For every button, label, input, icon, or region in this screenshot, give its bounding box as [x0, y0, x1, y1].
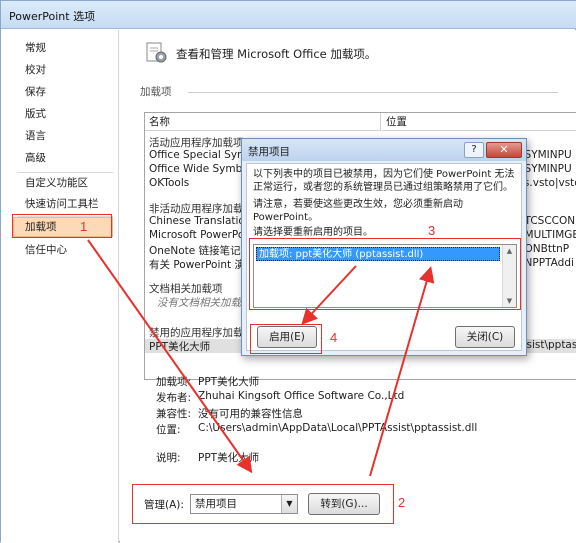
nav-separator: [118, 30, 119, 543]
row-name: OneNote 链接笔记加: [149, 245, 252, 257]
row-location: ssist\pptas: [521, 339, 576, 351]
detail-value: Zhuhai Kingsoft Office Software Co.,Ltd: [198, 390, 405, 402]
annotation-label-2: 2: [398, 495, 406, 510]
detail-key: 发布者:: [156, 392, 192, 404]
window-title: PowerPoint 选项: [9, 10, 96, 23]
row-location: \ONBttnP: [521, 243, 570, 255]
row-location: \MULTIMGB: [521, 229, 576, 241]
row-name: Chinese Translation: [149, 215, 252, 227]
dialog-title: 禁用项目: [248, 146, 290, 158]
row-name: Microsoft PowerPoi: [149, 229, 248, 241]
detail-key: 位置:: [156, 424, 181, 436]
detail-key: 说明:: [156, 452, 181, 464]
nav-item-proofing[interactable]: 校对: [13, 60, 113, 80]
nav-item-advanced[interactable]: 高级: [13, 148, 113, 168]
row-name: PPT美化大师: [149, 341, 211, 353]
close-icon[interactable]: ✕: [486, 142, 522, 158]
annotation-box-2: [132, 484, 394, 524]
options-nav: 常规 校对 保存 版式 语言 高级 自定义功能区 快速访问工具栏 加载项 信任中…: [1, 30, 119, 543]
row-location: \SYMINPU: [521, 149, 572, 161]
nav-item-language[interactable]: 语言: [13, 126, 113, 146]
doc-note: 没有文档相关加载项: [157, 297, 252, 309]
group-label-addins: 加载项: [140, 86, 172, 98]
annotation-label-3: 3: [428, 223, 436, 238]
help-button[interactable]: ?: [464, 142, 484, 158]
category-active: 活动应用程序加载项: [149, 137, 244, 149]
row-name: OKTools: [149, 177, 190, 189]
row-name: Office Wide Symbo: [149, 163, 249, 175]
col-header-location[interactable]: 位置: [382, 113, 576, 131]
detail-key: 加载项:: [156, 376, 192, 388]
detail-value: C:\Users\admin\AppData\Local\PPTAssist\p…: [198, 422, 478, 434]
dialog-message-line: 请注意，若要使这些更改生效，您必须重新启动: [253, 199, 463, 210]
group-rule: [188, 92, 558, 93]
panel-header-text: 查看和管理 Microsoft Office 加载项。: [176, 47, 377, 61]
nav-item-customize-ribbon[interactable]: 自定义功能区: [13, 173, 113, 193]
annotation-label-1: 1: [80, 219, 88, 234]
nav-item-quick-access-toolbar[interactable]: 快速访问工具栏: [13, 194, 113, 214]
row-location: \NPPTAddi: [521, 257, 574, 269]
row-location: \TCSCCON: [521, 215, 576, 227]
row-location: \SYMINPU: [521, 163, 572, 175]
addins-gear-icon: [146, 42, 167, 63]
row-location: ls.vsto|vsto: [521, 177, 576, 189]
row-name: Office Special Symb: [149, 149, 254, 161]
annotation-label-4: 4: [330, 330, 338, 345]
nav-item-save[interactable]: 保存: [13, 82, 113, 102]
row-name: 有关 PowerPoint 演示: [149, 259, 256, 271]
detail-key: 兼容性:: [156, 408, 192, 420]
category-document: 文档相关加载项: [149, 283, 223, 295]
nav-item-trust-center[interactable]: 信任中心: [13, 240, 113, 260]
dialog-message-line: 以下列表中的项目已被禁用，因为它们使 PowerPoint 无法: [253, 169, 515, 180]
category-disabled: 禁用的应用程序加载项: [149, 327, 254, 339]
col-header-name[interactable]: 名称: [145, 113, 381, 131]
detail-value: PPT美化大师: [198, 376, 260, 388]
dialog-title-bar: 禁用项目 ? ✕: [242, 139, 526, 161]
dialog-message-line: 正常运行，或者您的系统管理员已通过组策略禁用了它们。: [253, 182, 513, 193]
category-inactive: 非活动应用程序加载项: [149, 203, 254, 215]
nav-item-typography[interactable]: 版式: [13, 104, 113, 124]
detail-value: 没有可用的兼容性信息: [198, 408, 303, 420]
nav-item-general[interactable]: 常规: [13, 38, 113, 58]
annotation-box-1: [12, 214, 112, 238]
close-button[interactable]: 关闭(C): [455, 326, 515, 348]
annotation-box-4: [250, 324, 322, 354]
dialog-message-line: PowerPoint。: [253, 212, 319, 223]
detail-value: PPT美化大师: [198, 452, 260, 464]
title-bar: PowerPoint 选项: [1, 1, 576, 29]
annotation-box-3: [249, 238, 521, 310]
